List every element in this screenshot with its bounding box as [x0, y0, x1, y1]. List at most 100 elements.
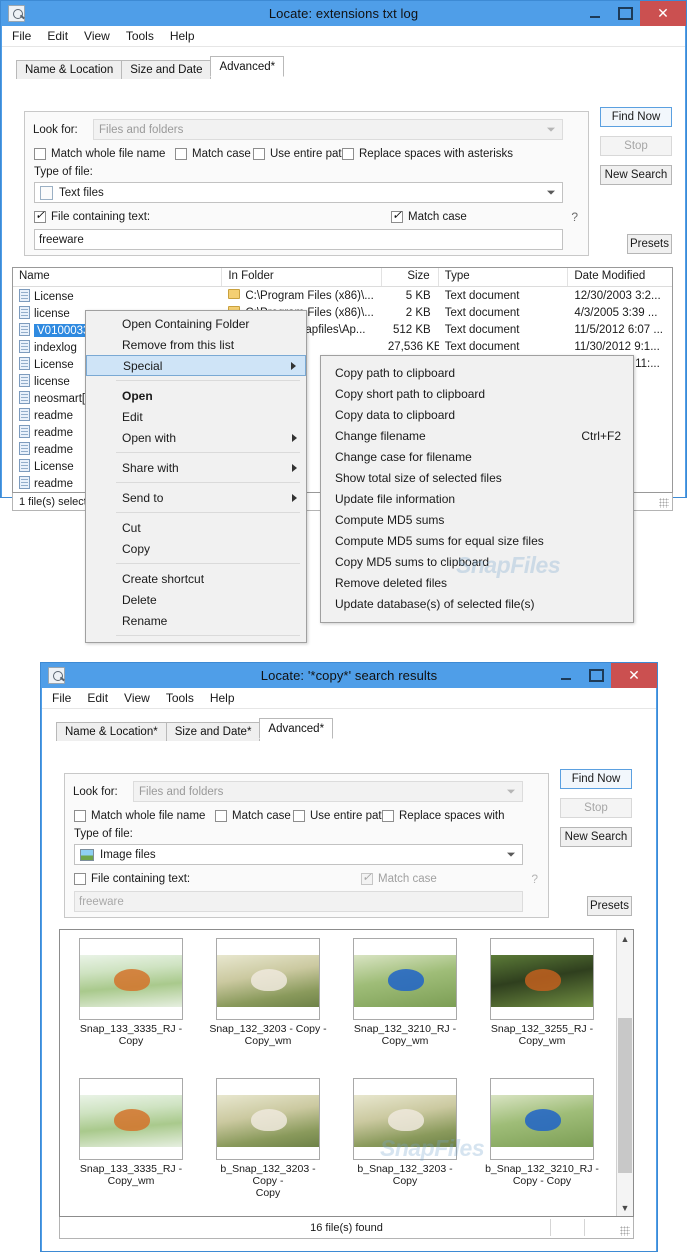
checkbox-match-case-text[interactable]: Match case: [391, 208, 467, 223]
context-menu-item[interactable]: Cut: [86, 517, 306, 538]
thumbnail-item[interactable]: b_Snap_132_3203 - Copy: [344, 1078, 466, 1187]
thumbnail-scrollbar[interactable]: ▲ ▼: [616, 930, 633, 1216]
maximize-button-2[interactable]: [581, 663, 611, 688]
submenu-item[interactable]: Copy MD5 sums to clipboard: [321, 551, 633, 572]
context-menu-item[interactable]: Create shortcut: [86, 568, 306, 589]
menu-view[interactable]: View: [84, 29, 110, 43]
context-menu-item[interactable]: Rename: [86, 610, 306, 631]
checkbox2-file-containing-text[interactable]: File containing text:: [74, 873, 190, 885]
thumbnail-pane[interactable]: Snap_133_3335_RJ - Copy Snap_132_3203 - C…: [59, 929, 634, 1217]
scrollbar-thumb[interactable]: [618, 1018, 632, 1173]
checkbox2-match-case[interactable]: Match case: [215, 810, 291, 822]
checkbox-replace-spaces-with-asterisks[interactable]: Replace spaces with asterisks: [342, 148, 513, 160]
checkbox-match-whole-file-name[interactable]: Match whole file name: [34, 148, 165, 160]
submenu-item[interactable]: Compute MD5 sums for equal size files: [321, 530, 633, 551]
new-search-button[interactable]: New Search: [600, 165, 672, 185]
thumbnail-item[interactable]: Snap_133_3335_RJ - Copy_wm: [70, 1078, 192, 1187]
submenu-item[interactable]: Show total size of selected files: [321, 467, 633, 488]
type-of-file-combo[interactable]: Text files: [34, 182, 563, 203]
context-menu-item[interactable]: Copy: [86, 538, 306, 559]
checkbox2-use-entire-path[interactable]: Use entire path: [293, 810, 388, 822]
window2-titlebar[interactable]: Locate: '*copy*' search results ✕: [41, 663, 657, 688]
context-menu-item[interactable]: Send to: [86, 487, 306, 508]
presets-button[interactable]: Presets: [627, 234, 672, 254]
column-header-size[interactable]: Size: [382, 268, 439, 286]
context-menu-item[interactable]: Open with: [86, 427, 306, 448]
file-name: License: [34, 460, 74, 473]
menu-file[interactable]: File: [12, 29, 31, 43]
tab-size-and-date[interactable]: Size and Date: [121, 60, 212, 79]
new-search-button-2[interactable]: New Search: [560, 827, 632, 847]
special-submenu[interactable]: Copy path to clipboard Copy short path to…: [320, 355, 634, 623]
menu2-tools[interactable]: Tools: [166, 691, 194, 705]
file-context-menu[interactable]: Open Containing Folder Remove from this l…: [85, 310, 307, 643]
cell-date-modified: 4/3/2005 3:39 ...: [574, 306, 658, 319]
scroll-up-icon[interactable]: ▲: [617, 930, 633, 947]
find-now-button[interactable]: Find Now: [600, 107, 672, 127]
search-text-value: freeware: [39, 233, 84, 246]
tab2-advanced[interactable]: Advanced*: [259, 718, 334, 739]
close-button[interactable]: ✕: [640, 1, 686, 26]
context-menu-item[interactable]: Open: [86, 385, 306, 406]
column-header-in-folder[interactable]: In Folder: [222, 268, 382, 286]
look-for-combo[interactable]: Files and folders: [93, 119, 563, 140]
maximize-button[interactable]: [610, 1, 640, 26]
resize-grip-icon-2[interactable]: [620, 1226, 630, 1236]
scroll-down-icon[interactable]: ▼: [617, 1199, 633, 1216]
thumbnail-item[interactable]: Snap_132_3210_RJ - Copy_wm: [344, 938, 466, 1047]
menu2-help[interactable]: Help: [210, 691, 235, 705]
resize-grip-icon[interactable]: [659, 498, 669, 508]
thumbnail-item[interactable]: b_Snap_132_3210_RJ - Copy - Copy: [481, 1078, 603, 1187]
checkbox-label: Replace spaces with: [399, 810, 505, 822]
column-header-type[interactable]: Type: [439, 268, 569, 286]
thumbnail-item[interactable]: b_Snap_132_3203 - Copy - Copy: [207, 1078, 329, 1199]
submenu-item[interactable]: Copy path to clipboard: [321, 362, 633, 383]
tab2-size-and-date[interactable]: Size and Date*: [165, 722, 261, 741]
menu2-edit[interactable]: Edit: [87, 691, 108, 705]
tab-advanced[interactable]: Advanced*: [210, 56, 285, 77]
minimize-button-2[interactable]: [551, 663, 581, 688]
submenu-item[interactable]: Copy data to clipboard: [321, 404, 633, 425]
context-menu-item[interactable]: Edit: [86, 406, 306, 427]
context-menu-item[interactable]: Share with: [86, 457, 306, 478]
column-header-date-modified[interactable]: Date Modified: [568, 268, 672, 286]
type-of-file-combo-2[interactable]: Image files: [74, 844, 523, 865]
menu2-view[interactable]: View: [124, 691, 150, 705]
thumbnail-item[interactable]: Snap_132_3255_RJ - Copy_wm: [481, 938, 603, 1047]
search-text-input[interactable]: freeware: [34, 229, 563, 250]
submenu-item[interactable]: Remove deleted files: [321, 572, 633, 593]
close-button-2[interactable]: ✕: [611, 663, 657, 688]
look-for-combo-2[interactable]: Files and folders: [133, 781, 523, 802]
context-menu-item[interactable]: Delete: [86, 589, 306, 610]
thumbnail-item[interactable]: Snap_132_3203 - Copy - Copy_wm: [207, 938, 329, 1047]
menu-help[interactable]: Help: [170, 29, 195, 43]
menu-edit[interactable]: Edit: [47, 29, 68, 43]
menu-tools[interactable]: Tools: [126, 29, 154, 43]
cell-type: Text document: [444, 306, 520, 319]
checkbox2-replace-spaces[interactable]: Replace spaces with: [382, 810, 542, 822]
menu2-file[interactable]: File: [52, 691, 71, 705]
submenu-item[interactable]: Compute MD5 sums: [321, 509, 633, 530]
context-menu-item[interactable]: Remove from this list: [86, 334, 306, 355]
checkbox-match-case[interactable]: Match case: [175, 148, 251, 160]
presets-button-2[interactable]: Presets: [587, 896, 632, 916]
tab2-name-and-location[interactable]: Name & Location*: [56, 722, 167, 741]
submenu-item[interactable]: Change case for filename: [321, 446, 633, 467]
context-menu-item[interactable]: Special: [86, 355, 306, 376]
submenu-item[interactable]: Update database(s) of selected file(s): [321, 593, 633, 614]
thumbnail-item[interactable]: Snap_133_3335_RJ - Copy: [70, 938, 192, 1047]
find-now-button-2[interactable]: Find Now: [560, 769, 632, 789]
submenu-item[interactable]: Copy short path to clipboard: [321, 383, 633, 404]
context-menu-item[interactable]: Open Containing Folder: [86, 313, 306, 334]
tab-name-and-location[interactable]: Name & Location: [16, 60, 123, 79]
checkbox-file-containing-text[interactable]: File containing text:: [34, 208, 150, 223]
help-icon[interactable]: ?: [571, 210, 578, 224]
minimize-button[interactable]: [580, 1, 610, 26]
submenu-item[interactable]: Update file information: [321, 488, 633, 509]
submenu-item[interactable]: Change filename Ctrl+F2: [321, 425, 633, 446]
table-row[interactable]: License C:\Program Files (x86)\... 5 KB Tex…: [13, 287, 672, 304]
window1-titlebar[interactable]: Locate: extensions txt log ✕: [1, 1, 686, 26]
column-header-name[interactable]: Name: [13, 268, 223, 286]
checkbox2-match-whole-file-name[interactable]: Match whole file name: [74, 810, 205, 822]
checkbox-use-entire-path[interactable]: Use entire path: [253, 148, 348, 160]
